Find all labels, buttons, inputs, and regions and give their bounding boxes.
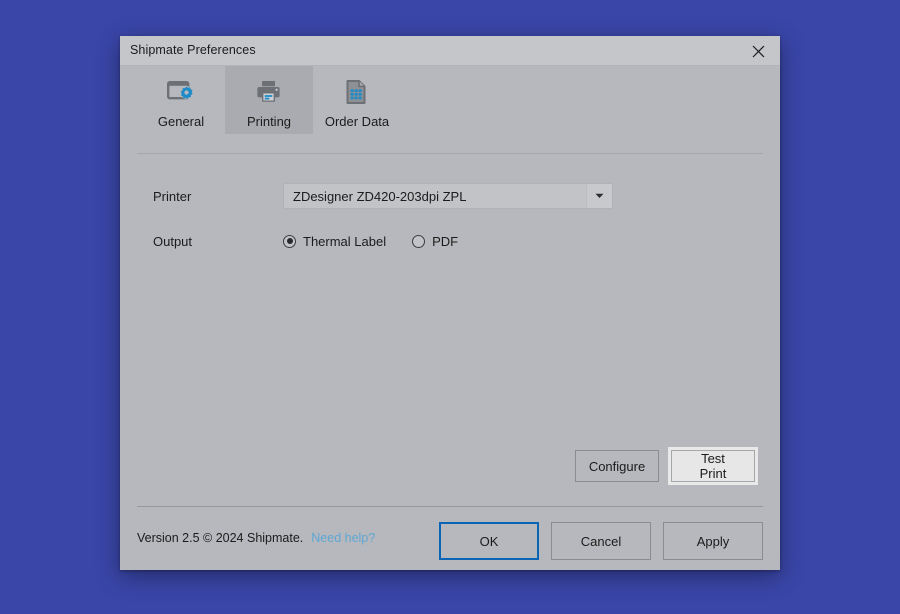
window-gear-icon — [166, 77, 196, 107]
chevron-down-icon[interactable] — [586, 184, 612, 208]
printer-label: Printer — [153, 188, 192, 204]
dialog-titlebar: Shipmate Preferences — [120, 36, 780, 66]
radio-pdf-mark[interactable] — [412, 234, 426, 248]
printer-select[interactable]: ZDesigner ZD420-203dpi ZPL — [283, 183, 613, 209]
tab-order-data[interactable]: Order Data — [313, 66, 401, 134]
radio-thermal-label-text: Thermal Label — [303, 233, 387, 249]
need-help-link[interactable]: Need help? — [311, 531, 375, 545]
test-print-button[interactable]: Test Print — [668, 447, 758, 485]
output-radio-group: Thermal Label PDF — [283, 234, 458, 249]
printer-select-value: ZDesigner ZD420-203dpi ZPL — [293, 188, 467, 204]
version-label: Version 2.5 © 2024 Shipmate. — [137, 531, 304, 545]
document-grid-icon — [342, 77, 372, 107]
output-label: Output — [153, 233, 193, 249]
radio-pdf-text: PDF — [432, 233, 459, 249]
printing-panel: Printer ZDesigner ZD420-203dpi ZPL Outpu… — [120, 154, 780, 506]
footer-separator — [137, 506, 763, 507]
version-info: Version 2.5 © 2024 Shipmate. Need help? — [137, 531, 375, 545]
tab-printing-label: Printing — [246, 114, 292, 129]
tab-general-label: General — [157, 114, 205, 129]
radio-pdf[interactable]: PDF — [412, 234, 458, 249]
printer-action-buttons: Configure Test Print — [575, 447, 758, 485]
tab-order-data-label: Order Data — [324, 114, 390, 129]
dialog-footer: Version 2.5 © 2024 Shipmate. Need help? O… — [120, 506, 780, 570]
tab-general[interactable]: General — [137, 66, 225, 134]
apply-button[interactable]: Apply — [663, 522, 763, 560]
printer-icon — [254, 77, 284, 107]
preferences-dialog: Shipmate Preferences General Printing Or… — [120, 36, 780, 570]
ok-button[interactable]: OK — [439, 522, 539, 560]
radio-thermal-label-mark[interactable] — [283, 234, 296, 248]
cancel-button[interactable]: Cancel — [551, 522, 651, 560]
tab-strip: General Printing Order Data — [120, 66, 780, 154]
dialog-title: Shipmate Preferences — [130, 43, 256, 57]
close-button[interactable] — [736, 36, 780, 66]
tab-printing[interactable]: Printing — [225, 66, 313, 134]
footer-buttons: OK Cancel Apply — [439, 522, 763, 560]
radio-thermal-label[interactable]: Thermal Label — [283, 234, 386, 249]
close-icon — [752, 45, 765, 58]
configure-button[interactable]: Configure — [575, 450, 659, 482]
